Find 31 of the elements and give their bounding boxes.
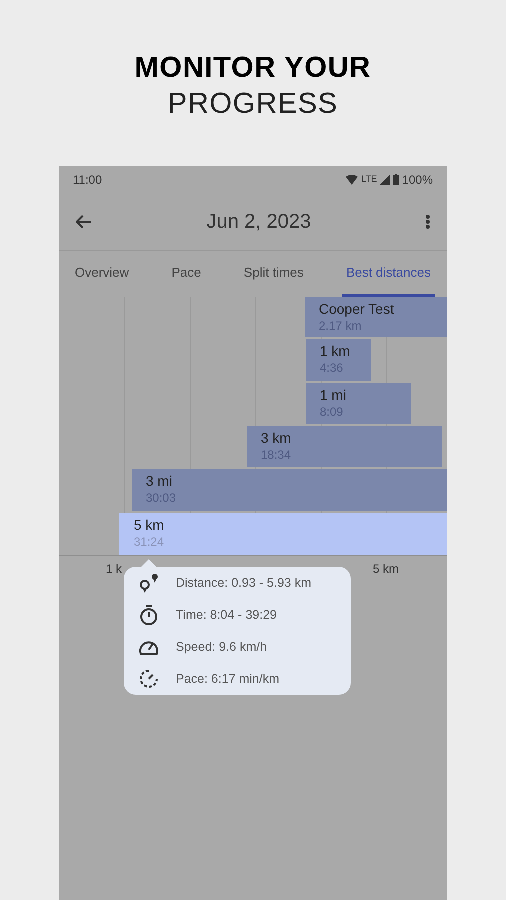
tooltip-text: Speed: 9.6 km/h bbox=[176, 638, 268, 656]
battery-level: 100% bbox=[402, 172, 433, 188]
bar-label: 1 km bbox=[320, 342, 352, 360]
network-label: LTE bbox=[361, 172, 378, 186]
tab[interactable]: Overview bbox=[71, 251, 134, 297]
headline-subtitle: PROGRESS bbox=[168, 87, 338, 122]
bar-label: 3 km bbox=[261, 429, 292, 447]
headline: MONITOR YOUR bbox=[134, 51, 372, 86]
tab[interactable]: Pace bbox=[168, 251, 206, 297]
dashed-timer-icon bbox=[138, 668, 160, 690]
status-time: 11:00 bbox=[73, 172, 102, 188]
tooltip-text: Pace: 6:17 min/km bbox=[176, 670, 280, 688]
location-pin-icon bbox=[138, 572, 160, 594]
more-menu-button[interactable] bbox=[425, 212, 431, 230]
battery-icon bbox=[393, 174, 400, 185]
bar-label: Cooper Test bbox=[319, 300, 396, 318]
axis-label: 1 k bbox=[104, 561, 122, 578]
signal-icon bbox=[380, 174, 390, 184]
axis-label: 5 km bbox=[372, 561, 400, 578]
bar-label: 1 mi bbox=[320, 386, 348, 404]
distance-bar[interactable]: 5 km 31:24 bbox=[119, 513, 447, 555]
app-bar-title: Jun 2, 2023 bbox=[206, 210, 312, 234]
bar-label: 3 mi bbox=[146, 472, 174, 490]
bar-label: 5 km bbox=[134, 516, 166, 534]
stopwatch-icon bbox=[139, 604, 159, 626]
tooltip-text: Time: 8:04 - 39:29 bbox=[176, 606, 277, 624]
tooltip-text: Distance: 0.93 - 5.93 km bbox=[176, 574, 312, 592]
back-button[interactable] bbox=[75, 212, 93, 230]
tab[interactable]: Split times bbox=[240, 251, 308, 297]
bar-value: 31:24 bbox=[134, 534, 166, 550]
wifi-icon bbox=[346, 174, 358, 184]
